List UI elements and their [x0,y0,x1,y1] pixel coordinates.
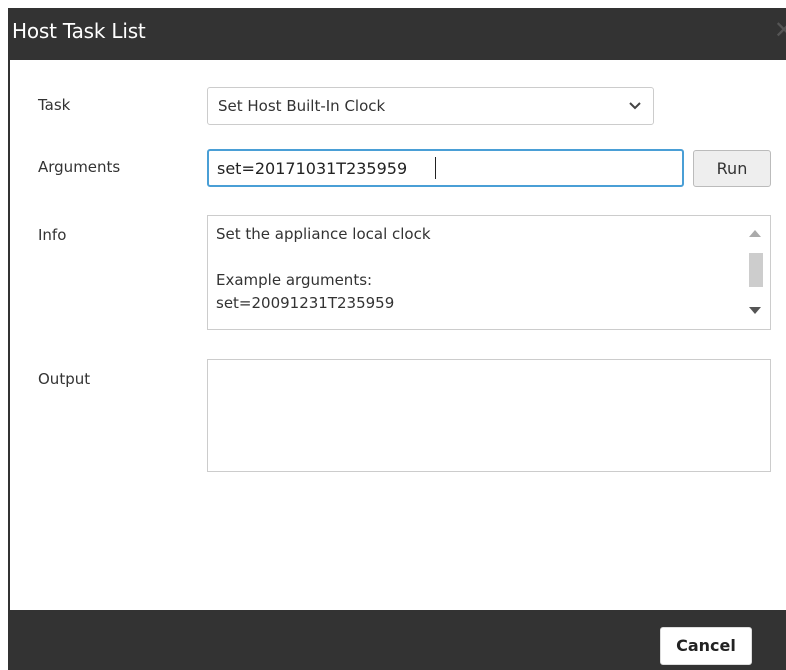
task-label: Task [38,96,71,114]
host-task-list-dialog: Host Task List ✕ Task Set Host Built-In … [8,8,786,670]
scroll-up-icon[interactable] [749,230,761,237]
dialog-titlebar: Host Task List ✕ [10,8,786,60]
text-caret [435,157,436,179]
chevron-down-icon [629,102,641,110]
info-text: Set the appliance local clock Example ar… [216,225,431,312]
info-label: Info [38,226,67,244]
scroll-down-icon[interactable] [749,307,761,314]
scrollbar-thumb[interactable] [749,253,763,287]
arguments-input[interactable] [207,149,684,187]
dialog-title: Host Task List [12,19,146,43]
dialog-footer: Cancel [10,610,786,670]
task-select-value: Set Host Built-In Clock [218,97,386,115]
output-textarea[interactable] [207,359,771,472]
run-button[interactable]: Run [693,150,771,187]
output-label: Output [38,370,91,388]
cancel-button[interactable]: Cancel [660,627,752,665]
info-scrollbar[interactable] [740,216,770,329]
arguments-label: Arguments [38,158,121,176]
info-textarea[interactable]: Set the appliance local clock Example ar… [207,215,771,330]
close-icon[interactable]: ✕ [774,16,786,44]
task-select[interactable]: Set Host Built-In Clock [207,87,654,125]
